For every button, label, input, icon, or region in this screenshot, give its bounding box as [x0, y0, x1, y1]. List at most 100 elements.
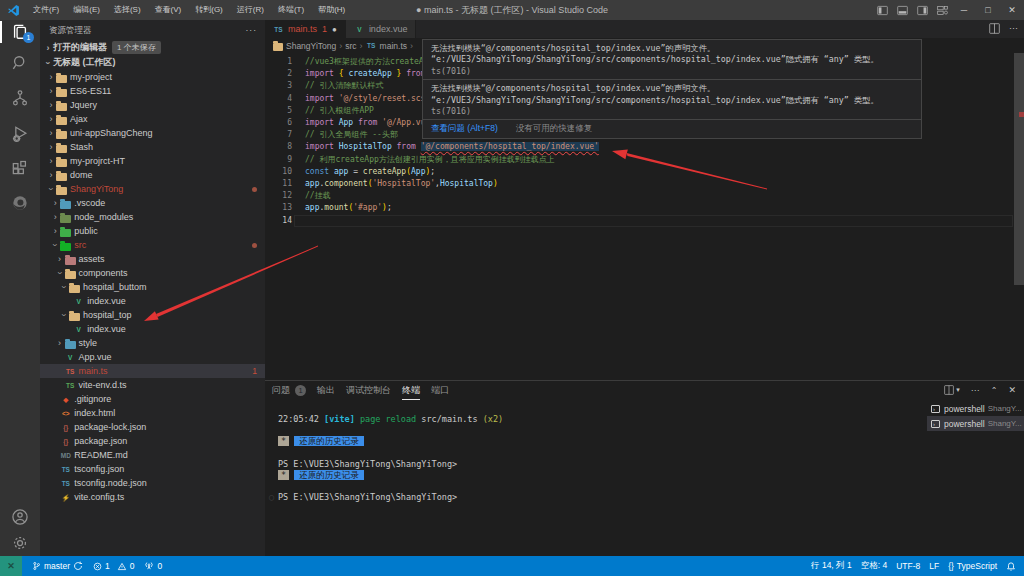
- terminal-session-1[interactable]: ›powershellShangY...: [927, 416, 1024, 431]
- indentation[interactable]: 空格: 4: [861, 560, 887, 572]
- toggle-sidebar-icon[interactable]: [877, 5, 888, 16]
- panel-tab-调试控制台[interactable]: 调试控制台: [346, 381, 391, 400]
- tree-file-tsconfig.json[interactable]: TStsconfig.json: [40, 462, 265, 476]
- menu-4[interactable]: 转到(G): [188, 0, 230, 20]
- tree-file-package-lock.json[interactable]: {}package-lock.json: [40, 420, 265, 434]
- toggle-secondary-sidebar-icon[interactable]: [917, 5, 928, 16]
- git-branch-item[interactable]: master: [32, 561, 83, 571]
- menu-2[interactable]: 选择(S): [107, 0, 148, 20]
- error-hover-tooltip: 无法找到模块“@/components/hospital_top/index.v…: [422, 39, 922, 139]
- explorer-more-icon[interactable]: ···: [246, 25, 258, 36]
- status-bar: ✕ master 1 0 0 行 14, 列 1 空格: 4 UTF-8 LF …: [0, 556, 1024, 576]
- run-debug-icon[interactable]: [0, 119, 40, 149]
- close-button[interactable]: ✕: [1000, 0, 1024, 20]
- split-editor-icon[interactable]: [989, 23, 1000, 34]
- tree-folder-ShangYiTong[interactable]: ›ShangYiTong: [40, 182, 265, 196]
- tree-folder-ES6-ES11[interactable]: ›ES6-ES11: [40, 84, 265, 98]
- tree-folder-Jquery[interactable]: ›Jquery: [40, 98, 265, 112]
- tree-folder-public[interactable]: ›public: [40, 224, 265, 238]
- tree-folder-my-project[interactable]: ›my-project: [40, 70, 265, 84]
- sync-icon: [73, 561, 83, 571]
- problems-item[interactable]: 1 0: [93, 561, 134, 571]
- tree-folder-.vscode[interactable]: ›.vscode: [40, 196, 265, 210]
- tree-file-package.json[interactable]: {}package.json: [40, 434, 265, 448]
- panel-maximize-icon[interactable]: ⌃: [991, 386, 998, 395]
- settings-gear-icon[interactable]: [0, 528, 40, 558]
- eol[interactable]: LF: [929, 561, 939, 571]
- panel-close-icon[interactable]: ✕: [1008, 385, 1016, 395]
- terminal-profile-dropdown-icon[interactable]: ▾: [956, 386, 960, 394]
- edge-tools-icon[interactable]: [0, 188, 40, 218]
- tree-file-vite.config.ts[interactable]: ⚡vite.config.ts: [40, 490, 265, 504]
- remote-indicator[interactable]: ✕: [0, 556, 22, 576]
- tree-file-tsconfig.node.json[interactable]: TStsconfig.node.json: [40, 476, 265, 490]
- menu-6[interactable]: 终端(T): [271, 0, 311, 20]
- breadcrumb[interactable]: ShangYiTong› src› TS main.ts›: [273, 38, 413, 53]
- tree-file-vite-env.d.ts[interactable]: TSvite-env.d.ts: [40, 378, 265, 392]
- split-terminal-icon[interactable]: [944, 385, 954, 395]
- tree-file-main.ts[interactable]: TSmain.ts1: [40, 364, 265, 378]
- source-control-icon[interactable]: [0, 83, 40, 113]
- tree-folder-Stash[interactable]: ›Stash: [40, 140, 265, 154]
- tab-main.ts[interactable]: TSmain.ts1●: [265, 20, 346, 38]
- menu-1[interactable]: 编辑(E): [66, 0, 107, 20]
- tree-folder-components[interactable]: ›components: [40, 266, 265, 280]
- ports-item[interactable]: 0: [144, 561, 162, 571]
- notifications-bell-icon[interactable]: [1006, 561, 1016, 571]
- panel-tabs: 问题1 输出调试控制台终端端口: [272, 381, 460, 400]
- radio-tower-icon: [144, 561, 154, 571]
- toggle-panel-icon[interactable]: [897, 5, 908, 16]
- search-icon[interactable]: [0, 48, 40, 78]
- tree-folder-node_modules[interactable]: ›node_modules: [40, 210, 265, 224]
- language-mode[interactable]: {} TypeScript: [948, 561, 997, 571]
- menu-5[interactable]: 运行(R): [230, 0, 271, 20]
- tree-folder-hospital_buttom[interactable]: ›hospital_buttom: [40, 280, 265, 294]
- panel-tab-端口[interactable]: 端口: [431, 381, 449, 400]
- explorer-icon[interactable]: 1: [0, 17, 40, 47]
- vscode-logo-icon: [7, 4, 20, 17]
- menu-3[interactable]: 查看(V): [148, 0, 189, 20]
- open-editors-section[interactable]: › 打开的编辑器 1 个未保存: [40, 40, 265, 55]
- tree-folder-dome[interactable]: ›dome: [40, 168, 265, 182]
- window-title: ● main.ts - 无标题 (工作区) - Visual Studio Co…: [416, 0, 608, 20]
- customize-layout-icon[interactable]: [937, 5, 948, 16]
- explorer-title: 资源管理器: [49, 25, 92, 36]
- editor-more-icon[interactable]: ···: [1009, 23, 1018, 34]
- tree-folder-my-projrct-HT[interactable]: ›my-projrct-HT: [40, 154, 265, 168]
- warnings-icon: [117, 562, 127, 571]
- tree-folder-Ajax[interactable]: ›Ajax: [40, 112, 265, 126]
- tree-file-App.vue[interactable]: VApp.vue: [40, 350, 265, 364]
- bottom-panel: 问题1输出调试控制台终端端口 ▾ ··· ⌃ ✕ 22:05:42 [vite]…: [265, 380, 1024, 556]
- tree-file-.gitignore[interactable]: ◆.gitignore: [40, 392, 265, 406]
- panel-tab-输出[interactable]: 输出: [317, 381, 335, 400]
- tree-file-index.html[interactable]: <>index.html: [40, 406, 265, 420]
- branch-icon: [32, 561, 41, 571]
- explorer-badge: 1: [23, 32, 34, 43]
- tree-file-index.vue[interactable]: Vindex.vue: [40, 294, 265, 308]
- editor-scrollbar[interactable]: [1014, 53, 1024, 285]
- title-bar: 文件(F)编辑(E)选择(S)查看(V)转到(G)运行(R)终端(T)帮助(H)…: [0, 0, 1024, 20]
- explorer-sidebar: 资源管理器 ··· › 打开的编辑器 1 个未保存 › 无标题 (工作区) ›m…: [40, 20, 265, 556]
- extensions-icon[interactable]: [0, 154, 40, 184]
- view-problem-link[interactable]: 查看问题 (Alt+F8): [431, 123, 498, 135]
- panel-tab-终端[interactable]: 终端: [402, 381, 420, 400]
- tree-folder-src[interactable]: ›src: [40, 238, 265, 252]
- tree-file-index.vue[interactable]: Vindex.vue: [40, 322, 265, 336]
- menu-7[interactable]: 帮助(H): [311, 0, 352, 20]
- maximize-button[interactable]: □: [976, 0, 1000, 20]
- workspace-section[interactable]: › 无标题 (工作区): [40, 55, 265, 70]
- tree-folder-hospital_top[interactable]: ›hospital_top: [40, 308, 265, 322]
- encoding[interactable]: UTF-8: [896, 561, 920, 571]
- panel-more-icon[interactable]: ···: [971, 385, 980, 395]
- terminal-session-0[interactable]: ›powershellShangY...: [927, 401, 1024, 416]
- cursor-position[interactable]: 行 14, 列 1: [811, 560, 852, 572]
- overview-error-marker: [1019, 112, 1024, 117]
- tab-index.vue[interactable]: Vindex.vue: [346, 20, 417, 38]
- panel-tab-问题[interactable]: 问题1: [272, 381, 306, 400]
- tree-folder-assets[interactable]: ›assets: [40, 252, 265, 266]
- tree-folder-uni-appShangCheng[interactable]: ›uni-appShangCheng: [40, 126, 265, 140]
- tree-folder-style[interactable]: ›style: [40, 336, 265, 350]
- minimize-button[interactable]: ─: [952, 0, 976, 20]
- tree-file-README.md[interactable]: MDREADME.md: [40, 448, 265, 462]
- errors-icon: [93, 562, 102, 571]
